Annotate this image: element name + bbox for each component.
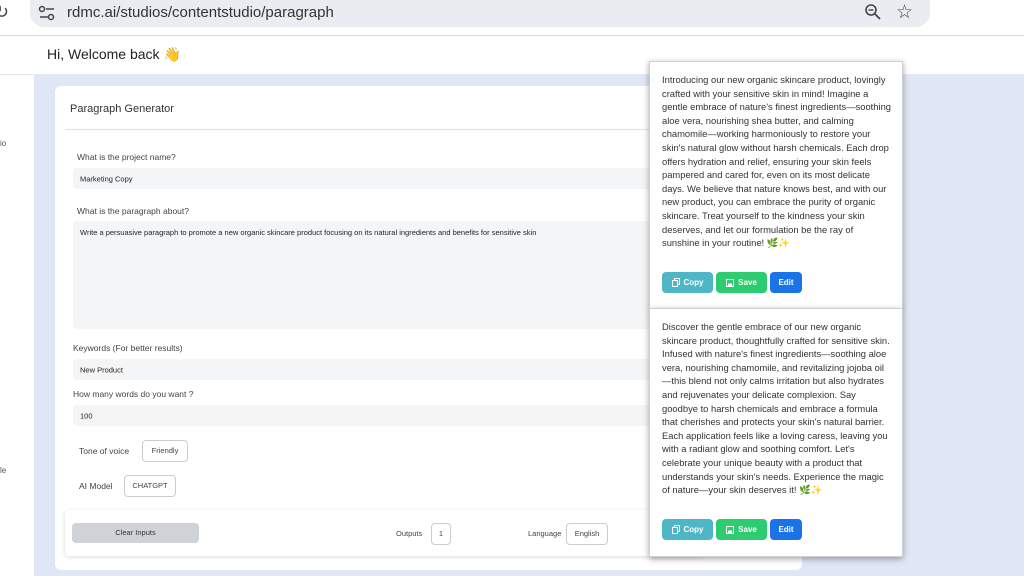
tone-select[interactable]: Friendly	[142, 440, 188, 462]
browser-toolbar: ↻ rdmc.ai/studios/contentstudio/paragrap…	[0, 0, 1024, 36]
sidebar-item-label[interactable]: le	[0, 466, 6, 475]
output-card: Discover the gentle embrace of our new o…	[649, 308, 903, 557]
address-bar[interactable]: rdmc.ai/studios/contentstudio/paragraph …	[30, 0, 930, 27]
welcome-greeting: Hi, Welcome back 👋	[47, 46, 181, 62]
ai-model-select[interactable]: CHATGPT	[124, 475, 176, 497]
copy-icon	[671, 525, 680, 535]
zoom-icon[interactable]	[864, 3, 882, 21]
output-text: Introducing our new organic skincare pro…	[662, 74, 892, 249]
card-title: Paragraph Generator	[70, 103, 174, 115]
bookmark-star-icon[interactable]: ☆	[896, 1, 913, 24]
url-text[interactable]: rdmc.ai/studios/contentstudio/paragraph	[67, 4, 334, 21]
paragraph-about-textarea[interactable]: Write a persuasive paragraph to promote …	[73, 221, 693, 329]
paragraph-about-value: Write a persuasive paragraph to promote …	[80, 228, 537, 237]
output-card: Introducing our new organic skincare pro…	[649, 61, 903, 309]
copy-button[interactable]: Copy	[662, 272, 713, 293]
copy-button[interactable]: Copy	[662, 519, 713, 540]
reload-icon[interactable]: ↻	[0, 2, 9, 23]
save-icon	[726, 525, 735, 534]
keywords-value: New Product	[80, 365, 123, 374]
tone-label: Tone of voice	[79, 446, 130, 456]
paragraph-about-label: What is the paragraph about?	[77, 206, 189, 216]
language-label: Language	[528, 529, 562, 538]
ai-model-label: AI Model	[79, 481, 113, 491]
language-select[interactable]: English	[566, 523, 608, 545]
keywords-label: Keywords (For better results)	[73, 343, 183, 353]
outputs-count-input[interactable]: 1	[431, 523, 451, 545]
save-button[interactable]: Save	[716, 519, 767, 540]
copy-icon	[671, 278, 680, 288]
clear-inputs-button[interactable]: Clear Inputs	[72, 523, 199, 543]
sidebar: io le	[0, 75, 34, 576]
save-icon	[726, 278, 735, 287]
word-count-value: 100	[80, 411, 93, 420]
save-button[interactable]: Save	[716, 272, 767, 293]
site-settings-icon[interactable]	[38, 5, 56, 21]
word-count-label: How many words do you want ?	[73, 389, 194, 399]
copy-label: Copy	[683, 525, 704, 534]
sidebar-item-label[interactable]: io	[0, 139, 6, 148]
save-label: Save	[738, 278, 757, 287]
save-label: Save	[738, 525, 757, 534]
form-actions-bar: Clear Inputs Outputs 1 Language English	[65, 510, 705, 556]
output-text: Discover the gentle embrace of our new o…	[662, 321, 890, 496]
word-count-input[interactable]: 100	[73, 405, 693, 426]
edit-button[interactable]: Edit	[770, 272, 802, 293]
keywords-input[interactable]: New Product	[73, 359, 693, 380]
project-name-value: Marketing Copy	[80, 174, 133, 183]
project-name-input[interactable]: Marketing Copy	[73, 168, 693, 189]
project-name-label: What is the project name?	[77, 152, 176, 162]
outputs-label: Outputs	[396, 529, 423, 538]
copy-label: Copy	[683, 278, 704, 287]
edit-button[interactable]: Edit	[770, 519, 802, 540]
